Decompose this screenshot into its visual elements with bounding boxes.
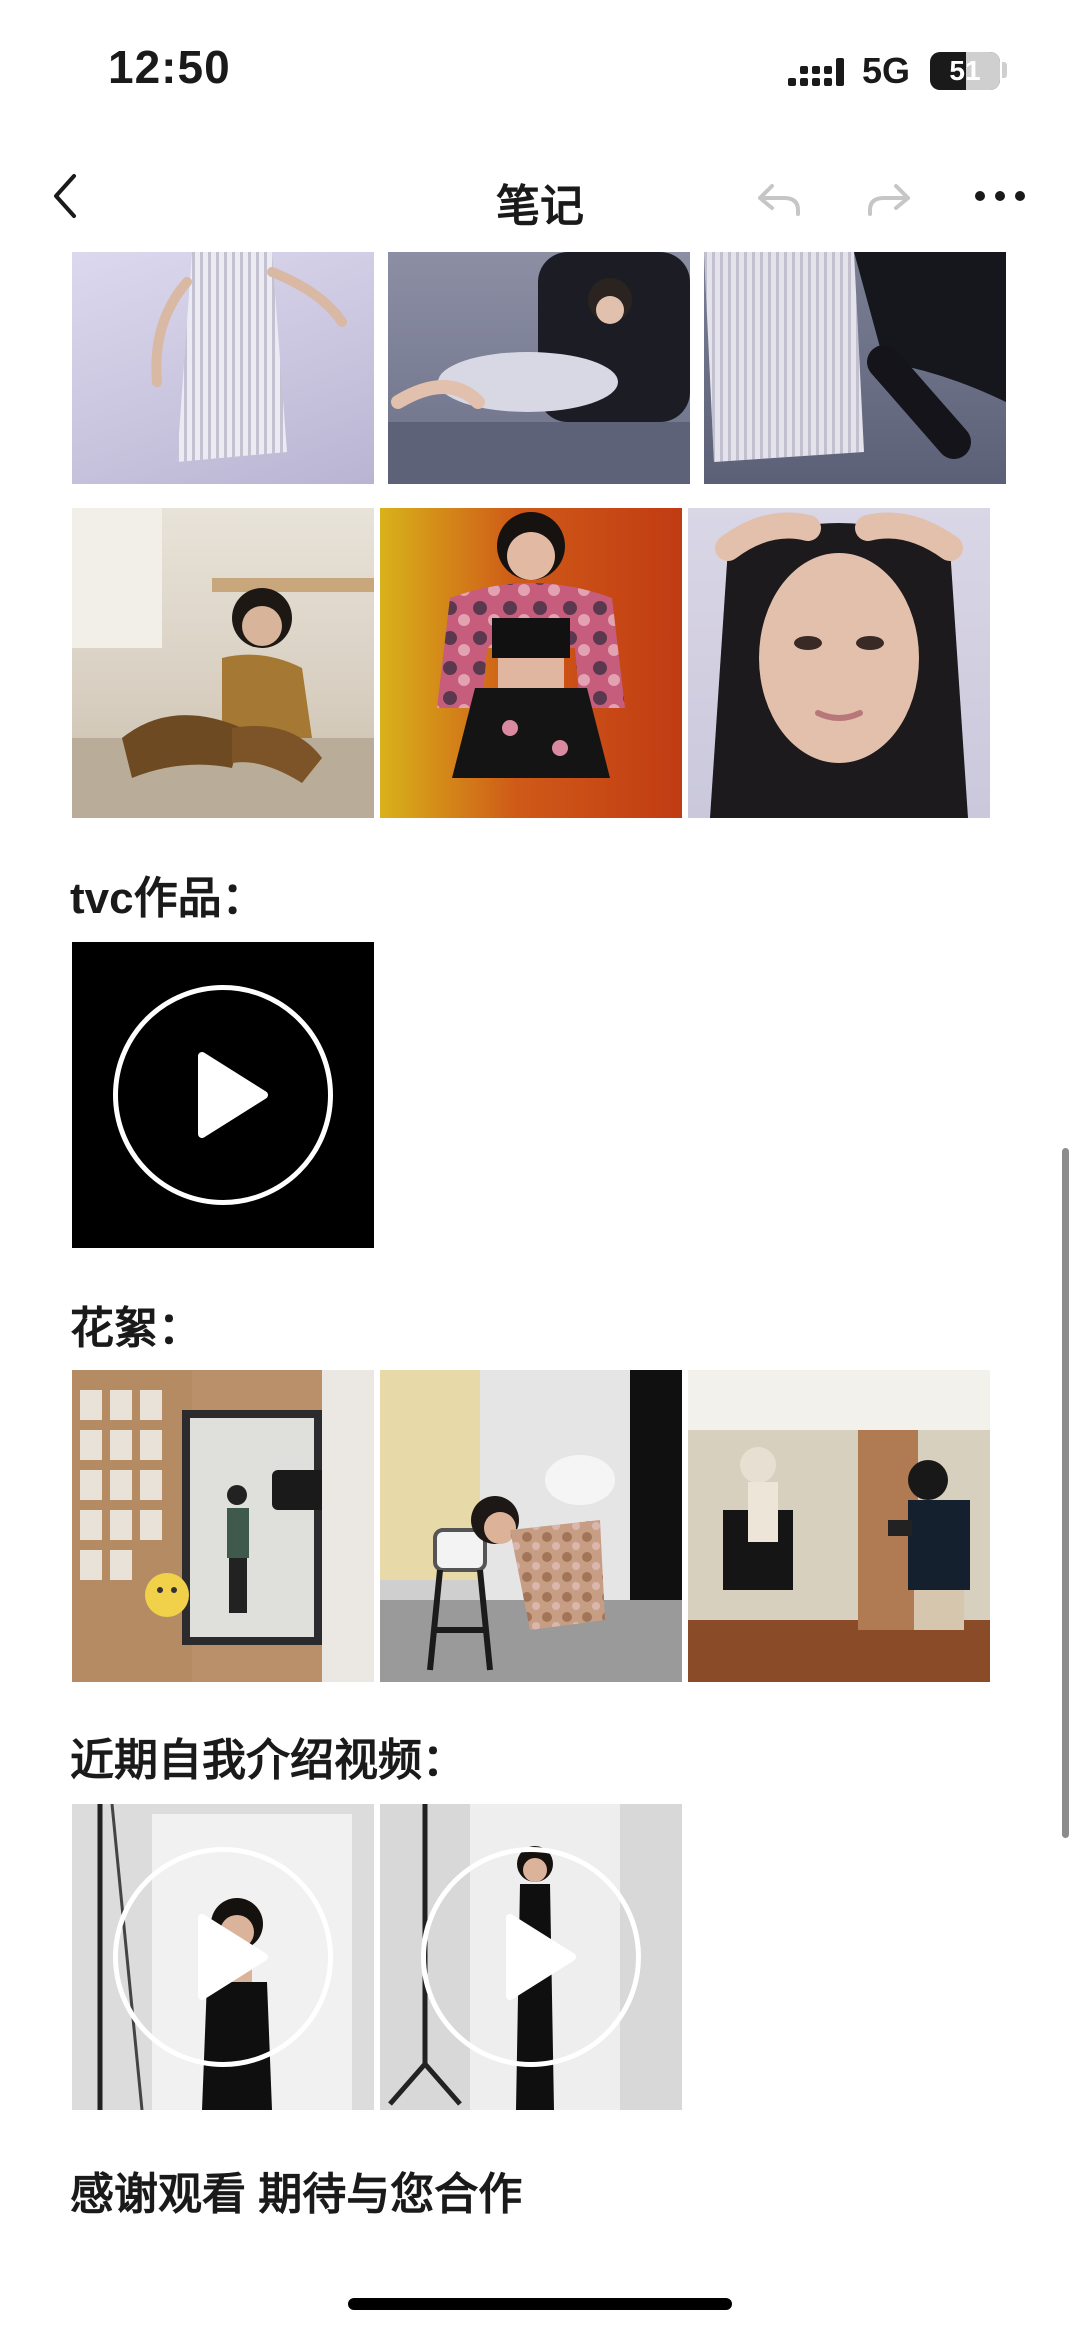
photo-portrait-closeup[interactable] [688, 508, 990, 818]
signal-icon [788, 58, 848, 90]
network-type: 5G [862, 50, 911, 91]
redo-icon[interactable] [862, 168, 918, 224]
photo-sequin-dress-sofa[interactable] [388, 252, 690, 484]
more-icon[interactable] [972, 168, 1028, 224]
photo-sequin-dress-lounge[interactable] [704, 252, 1006, 484]
play-icon[interactable] [113, 1847, 333, 2067]
undo-icon[interactable] [750, 168, 806, 224]
video-tvc[interactable] [72, 942, 374, 1248]
photo-brown-outfit-floor[interactable] [72, 508, 374, 818]
nav-bar: 笔记 [0, 140, 1080, 252]
video-intro-2[interactable] [380, 1804, 682, 2110]
home-indicator[interactable] [348, 2298, 732, 2310]
section-title-behind-scenes: 花絮： [70, 1304, 202, 1353]
video-intro-1[interactable] [72, 1804, 374, 2110]
status-time: 12:50 [108, 41, 231, 93]
note-content: tvc作品： 花絮： 近期自我介绍视频： 感谢观看 期待与您合作 [0, 252, 1080, 2292]
scrollbar[interactable] [1062, 1148, 1069, 1838]
photo-floral-jacket[interactable] [380, 508, 682, 818]
section-title-tvc: tvc作品： [70, 874, 266, 923]
photo-sequin-dress-standing[interactable] [72, 252, 374, 484]
battery-level: 51 [949, 55, 981, 86]
photo-bts-stool-pose[interactable] [380, 1370, 682, 1682]
photo-bts-photographer[interactable] [688, 1370, 990, 1682]
play-icon[interactable] [421, 1847, 641, 2067]
section-title-intro-videos: 近期自我介绍视频： [70, 1736, 466, 1785]
play-icon[interactable] [113, 985, 333, 1205]
battery-tip [1002, 62, 1007, 78]
status-bar: 12:50 5G 51 [0, 0, 1080, 140]
closing-text: 感谢观看 期待与您合作 [70, 2170, 523, 2219]
page-title: 笔记 [496, 182, 584, 231]
battery-icon: 51 [930, 52, 1000, 90]
photo-bts-camera-monitor[interactable] [72, 1370, 374, 1682]
